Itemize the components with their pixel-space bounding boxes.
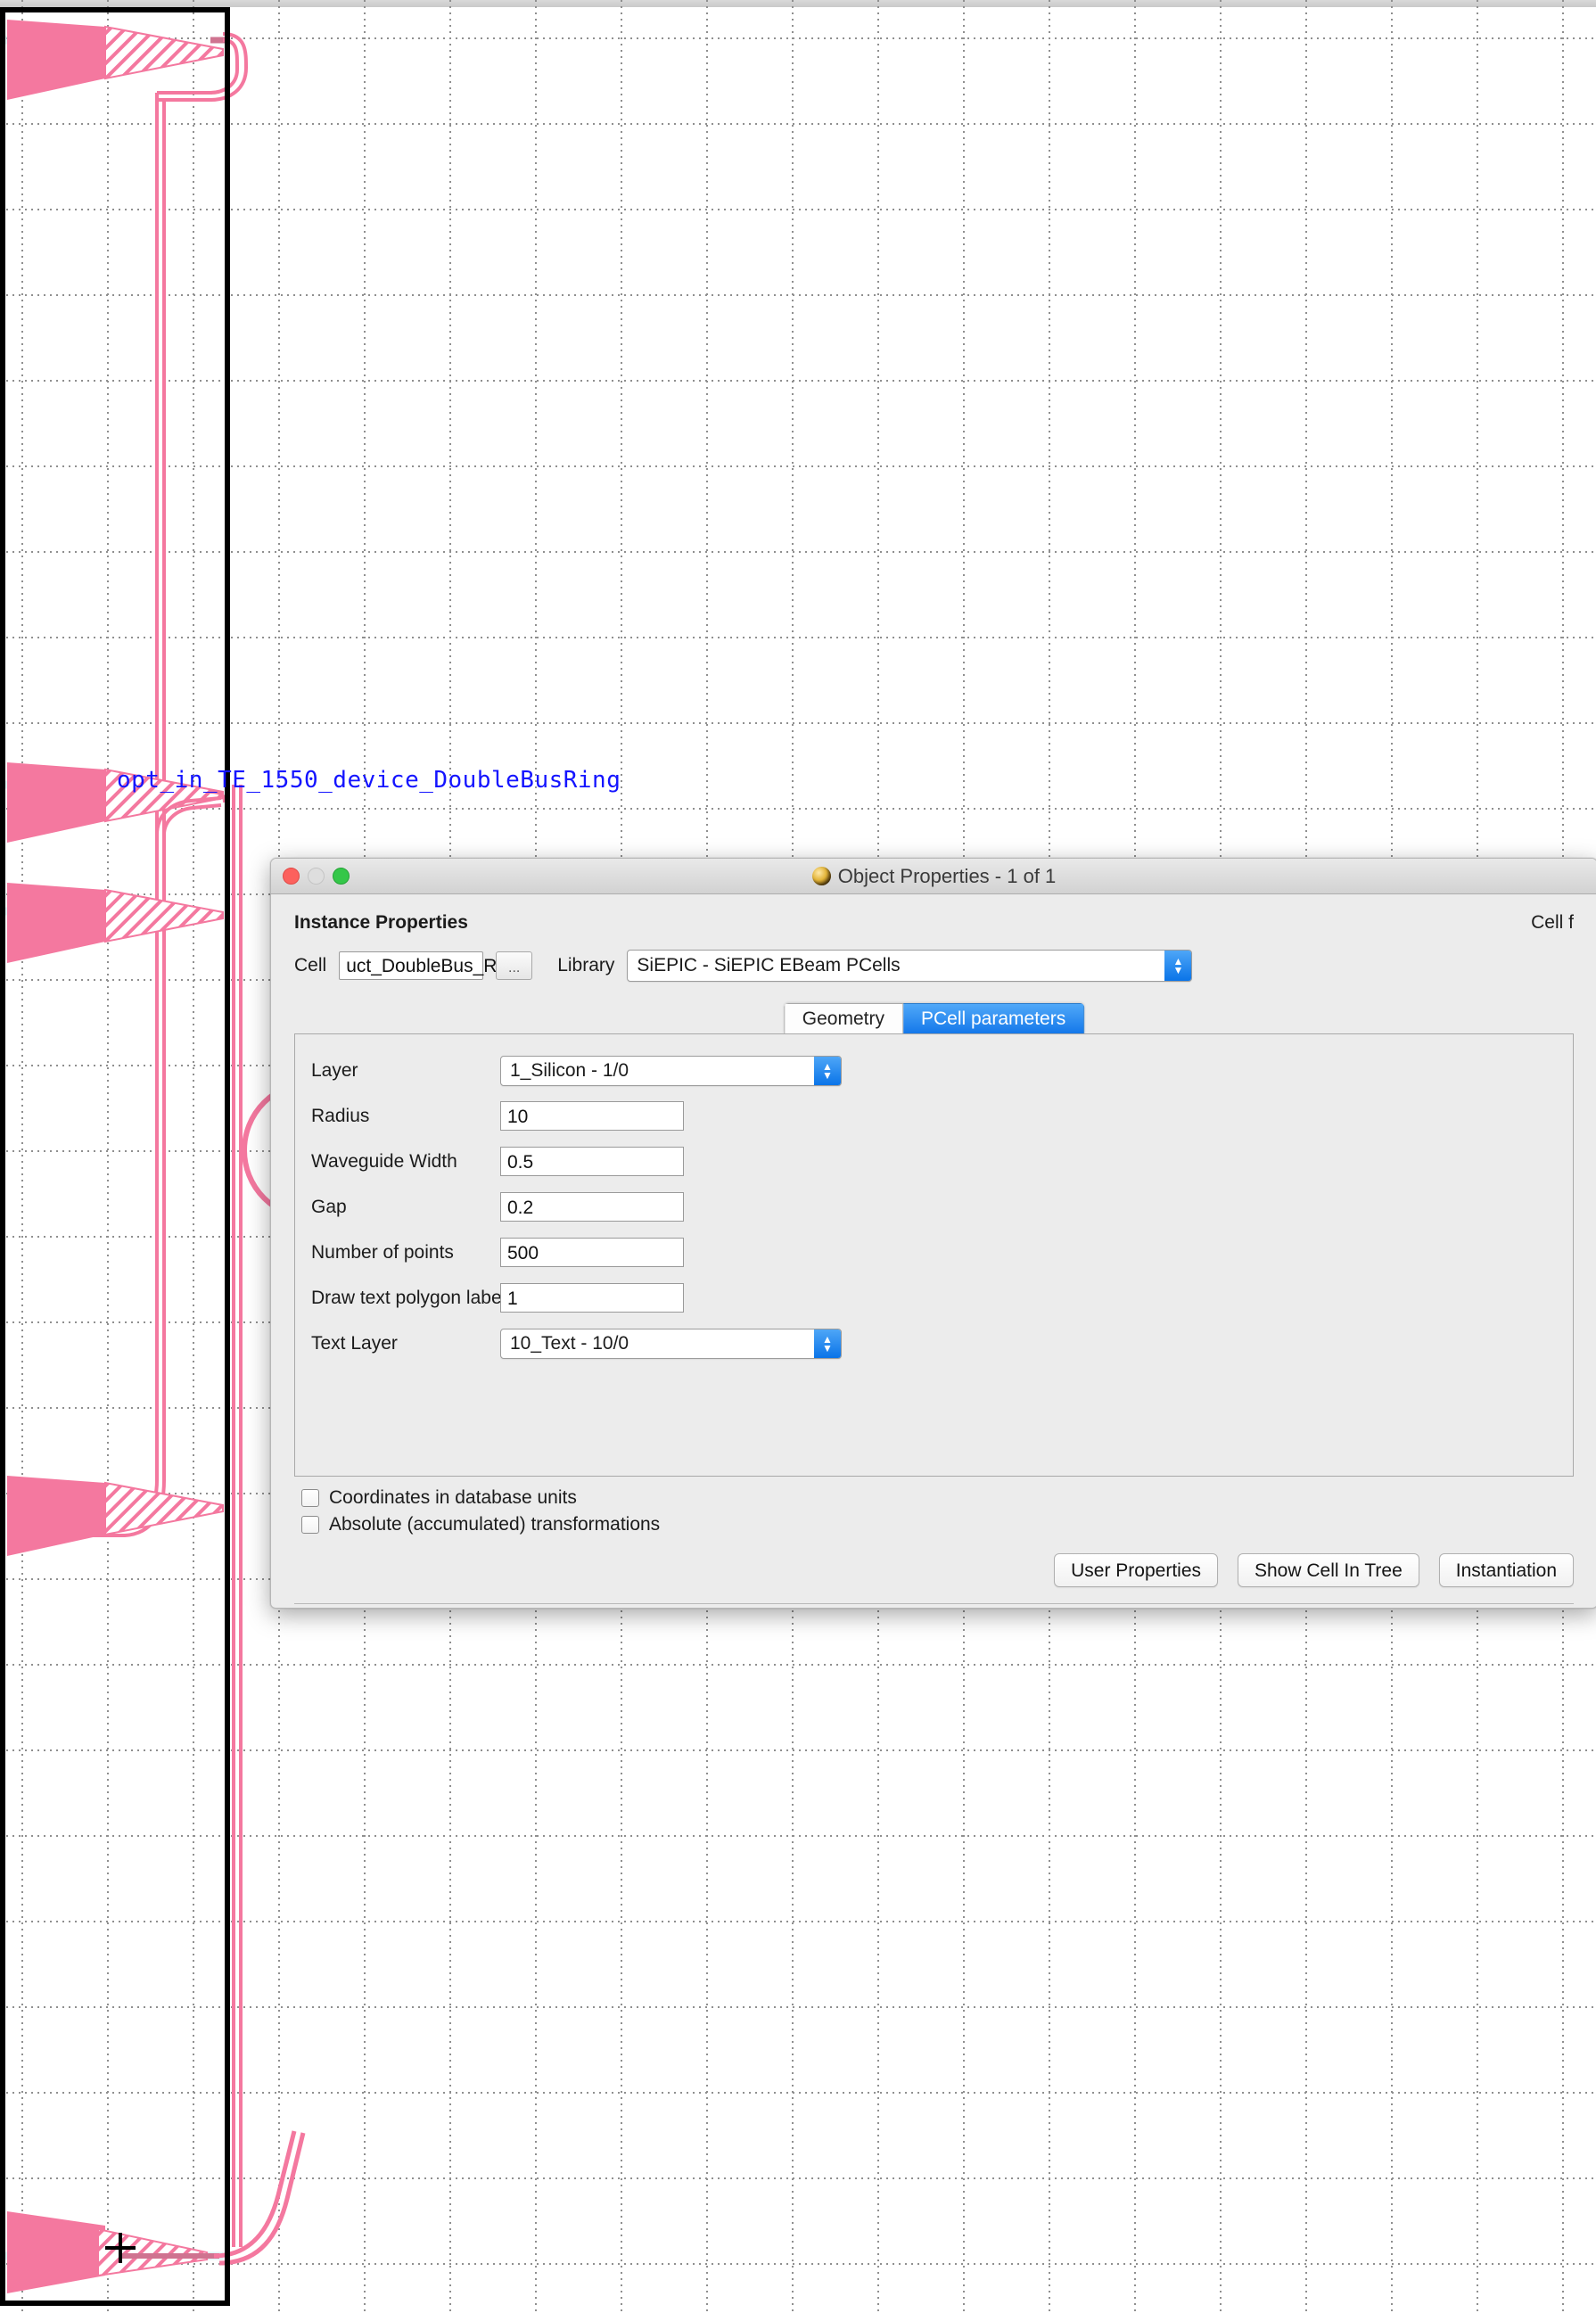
param-row-gap: Gap 0.2 xyxy=(295,1190,1573,1223)
param-row-layer: Layer 1_Silicon - 1/0 ▲ ▼ xyxy=(295,1054,1573,1087)
cell-browse-button[interactable]: ... xyxy=(496,951,533,980)
library-label: Library xyxy=(557,955,615,975)
checkbox-row-absolute-transformations[interactable]: Absolute (accumulated) transformations xyxy=(301,1514,1596,1535)
param-input-draw-text-polygon-label[interactable]: 1 xyxy=(500,1283,684,1313)
options-checkbox-group: Coordinates in database units Absolute (… xyxy=(271,1477,1596,1535)
param-label-draw-text-polygon-label: Draw text polygon label? 0/1 xyxy=(311,1287,547,1308)
show-cell-in-tree-button[interactable]: Show Cell In Tree xyxy=(1238,1553,1419,1587)
checkbox-label-database-units: Coordinates in database units xyxy=(329,1487,577,1508)
checkbox-row-database-units[interactable]: Coordinates in database units xyxy=(301,1487,1596,1509)
cursor-crosshair-icon xyxy=(105,2233,136,2263)
param-row-radius: Radius 10 xyxy=(295,1099,1573,1132)
tab-bar[interactable]: Geometry PCell parameters xyxy=(783,1003,1085,1033)
checkbox-label-absolute-transformations: Absolute (accumulated) transformations xyxy=(329,1514,661,1535)
checkbox-database-units[interactable] xyxy=(301,1489,319,1507)
cell-input[interactable]: uct_DoubleBus_Ring xyxy=(339,951,522,980)
param-input-gap[interactable]: 0.2 xyxy=(500,1192,684,1222)
param-label-layer: Layer xyxy=(311,1059,358,1081)
param-row-waveguide-width: Waveguide Width 0.5 xyxy=(295,1145,1573,1178)
param-value-layer: 1_Silicon - 1/0 xyxy=(510,1059,629,1081)
tab-geometry[interactable]: Geometry xyxy=(783,1003,903,1033)
param-input-waveguide-width[interactable]: 0.5 xyxy=(500,1147,684,1176)
close-button[interactable] xyxy=(283,868,300,885)
chevron-updown-icon: ▲ ▼ xyxy=(1164,951,1192,981)
param-value-text-layer: 10_Text - 10/0 xyxy=(510,1332,629,1354)
instantiation-button[interactable]: Instantiation xyxy=(1438,1553,1574,1587)
param-input-radius[interactable]: 10 xyxy=(500,1101,684,1131)
param-label-text-layer: Text Layer xyxy=(311,1332,398,1354)
param-input-number-of-points[interactable]: 500 xyxy=(500,1238,684,1267)
object-properties-dialog[interactable]: Object Properties - 1 of 1 Instance Prop… xyxy=(270,858,1596,1609)
cell-flag-label: Cell f xyxy=(1531,912,1574,933)
library-select[interactable]: SiEPIC - SiEPIC EBeam PCells ▲ ▼ xyxy=(627,950,1193,982)
pcell-parameters-panel: Layer 1_Silicon - 1/0 ▲ ▼ Radius 10 Waveg… xyxy=(294,1033,1574,1477)
param-label-waveguide-width: Waveguide Width xyxy=(311,1150,457,1172)
param-row-draw-text-polygon-label: Draw text polygon label? 0/1 1 xyxy=(295,1281,1573,1314)
cell-label: Cell xyxy=(294,955,327,975)
instance-properties-heading: Instance Properties xyxy=(294,912,468,933)
dialog-titlebar[interactable]: Object Properties - 1 of 1 xyxy=(271,859,1596,894)
param-label-radius: Radius xyxy=(311,1105,370,1126)
zoom-button[interactable] xyxy=(333,868,350,885)
dialog-title: Object Properties - 1 of 1 xyxy=(837,864,1057,887)
param-select-text-layer[interactable]: 10_Text - 10/0 ▲ ▼ xyxy=(500,1328,842,1359)
minimize-button[interactable] xyxy=(308,868,325,885)
chevron-updown-icon: ▲ ▼ xyxy=(814,1056,841,1085)
user-properties-button[interactable]: User Properties xyxy=(1054,1553,1218,1587)
tab-pcell-parameters[interactable]: PCell parameters xyxy=(902,1003,1085,1033)
secondary-button-bar: User Properties Show Cell In Tree Instan… xyxy=(271,1541,1596,1587)
window-controls[interactable] xyxy=(283,868,350,885)
library-select-value: SiEPIC - SiEPIC EBeam PCells xyxy=(637,955,901,975)
checkbox-absolute-transformations[interactable] xyxy=(301,1516,319,1534)
param-label-number-of-points: Number of points xyxy=(311,1241,454,1263)
chevron-updown-icon: ▲ ▼ xyxy=(814,1329,841,1358)
param-select-layer[interactable]: 1_Silicon - 1/0 ▲ ▼ xyxy=(500,1055,842,1086)
klayout-app-icon xyxy=(811,867,831,885)
dialog-footer: Previous Next Ok Apply Apply To All Canc… xyxy=(271,1604,1596,1608)
param-row-text-layer: Text Layer 10_Text - 10/0 ▲ ▼ xyxy=(295,1327,1573,1360)
layout-text-label: opt_in_TE_1550_device_DoubleBusRing xyxy=(117,767,621,794)
dialog-body: Instance Properties Cell f Cell uct_Doub… xyxy=(271,894,1596,1608)
param-label-gap: Gap xyxy=(311,1196,347,1217)
cell-boundary-frame xyxy=(0,7,230,2306)
param-row-number-of-points: Number of points 500 xyxy=(295,1236,1573,1269)
